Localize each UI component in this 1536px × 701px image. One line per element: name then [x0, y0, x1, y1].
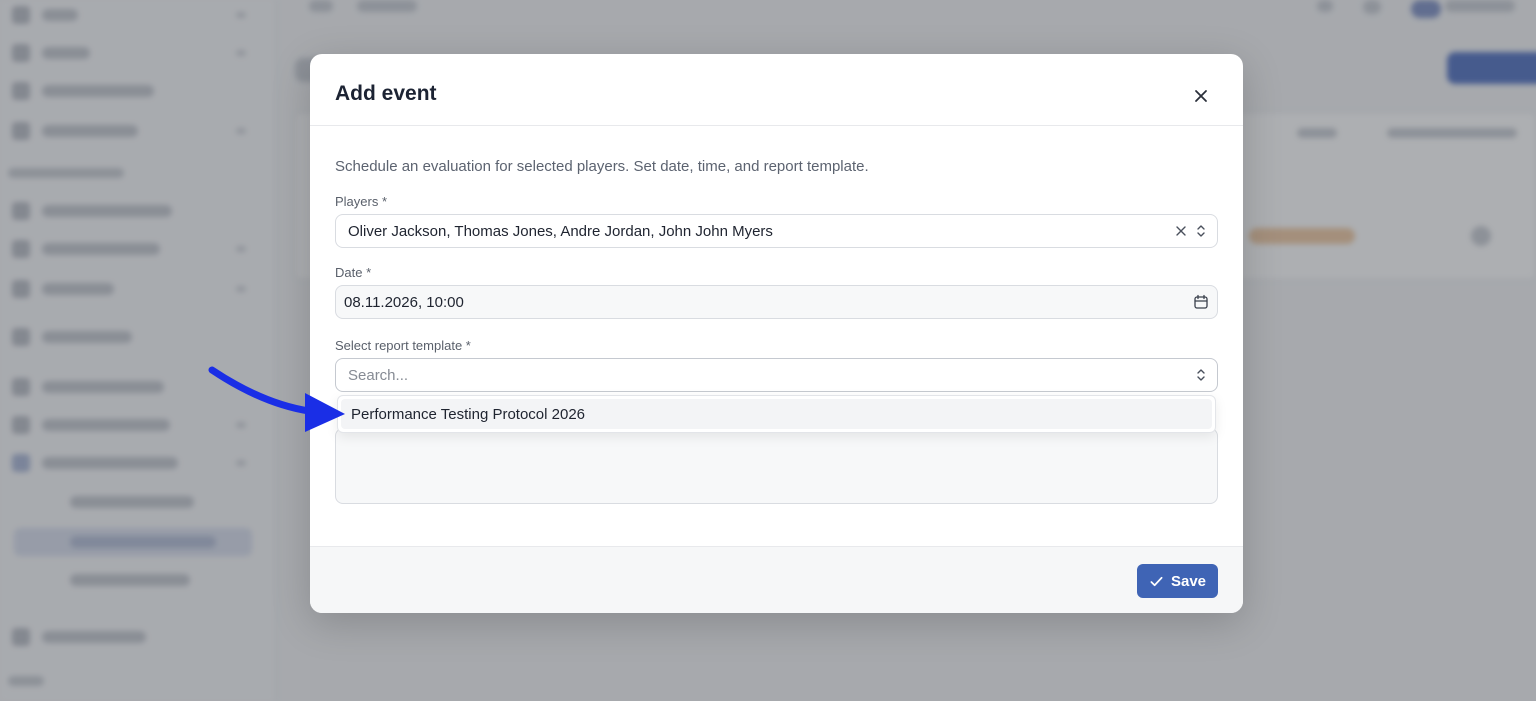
calendar-icon[interactable]	[1193, 294, 1209, 310]
dialog-header: Add event	[310, 54, 1243, 126]
report-template-search-input[interactable]	[336, 359, 1217, 391]
notes-textarea[interactable]	[335, 428, 1218, 504]
players-value: Oliver Jackson, Thomas Jones, Andre Jord…	[348, 223, 773, 240]
dialog-title: Add event	[335, 82, 437, 105]
players-select[interactable]: Oliver Jackson, Thomas Jones, Andre Jord…	[335, 214, 1218, 248]
add-event-dialog: Add event Schedule an evaluation for sel…	[310, 54, 1243, 613]
clear-icon[interactable]	[1173, 223, 1189, 239]
save-button[interactable]: Save	[1137, 564, 1218, 598]
chevron-up-down-icon[interactable]	[1193, 367, 1209, 383]
dialog-footer: Save	[310, 546, 1243, 613]
close-icon	[1195, 90, 1207, 102]
date-picker[interactable]: 08.11.2026, 10:00	[335, 285, 1218, 319]
annotation-arrow-icon	[208, 366, 345, 432]
close-button[interactable]	[1190, 85, 1212, 107]
chevron-up-down-icon[interactable]	[1193, 223, 1209, 239]
dropdown-option-label: Performance Testing Protocol 2026	[351, 406, 586, 423]
date-value: 08.11.2026, 10:00	[344, 294, 464, 311]
dialog-description: Schedule an evaluation for selected play…	[335, 158, 869, 175]
report-template-label: Select report template *	[335, 338, 471, 353]
players-label: Players *	[335, 194, 388, 209]
check-icon	[1150, 576, 1163, 586]
report-template-dropdown: Performance Testing Protocol 2026	[337, 395, 1216, 433]
date-label: Date *	[335, 265, 372, 280]
dropdown-option[interactable]: Performance Testing Protocol 2026	[341, 399, 1212, 429]
save-label: Save	[1170, 572, 1207, 590]
report-template-select[interactable]	[335, 358, 1218, 392]
